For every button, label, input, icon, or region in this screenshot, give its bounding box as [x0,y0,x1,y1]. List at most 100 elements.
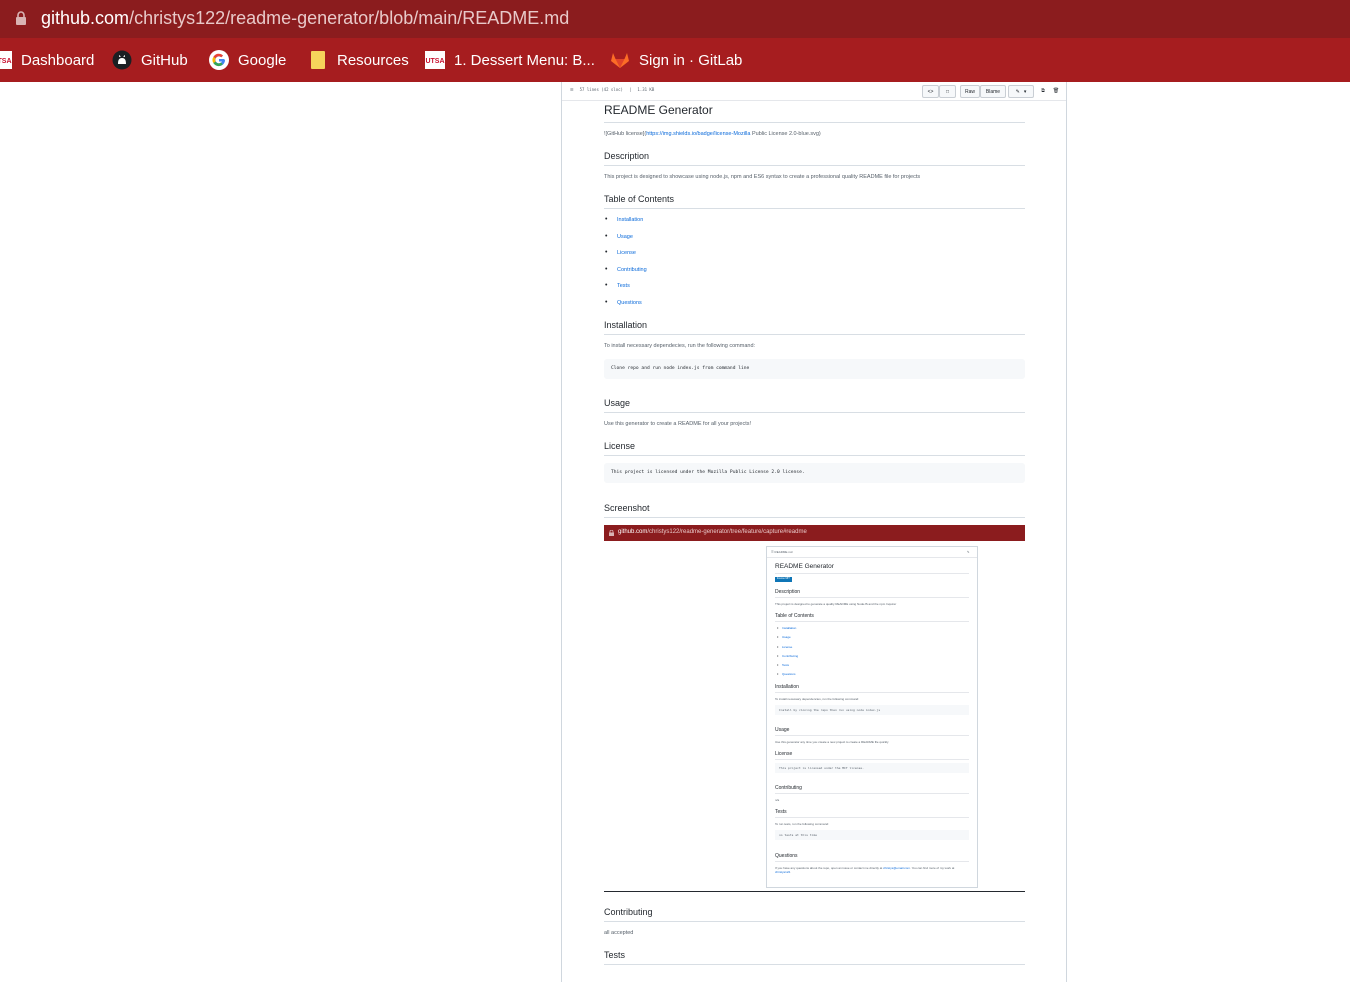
badge-link[interactable]: https://img.shields.io/badge/license-Moz… [646,131,750,137]
raw-button[interactable]: Raw [960,85,980,98]
toc-link-contributing[interactable]: Contributing [605,266,647,273]
contributing-text: all accepted [604,930,634,936]
bookmark-label: GitHub [141,51,188,69]
bookmark-label: 1. Dessert Menu: B... [454,51,595,69]
divider [775,817,969,818]
divider [604,964,1025,965]
copy-icon: ⧉ [1041,87,1045,94]
screenshot-usage-heading: Usage [775,727,790,733]
bookmark-resources[interactable]: Resources [308,48,409,72]
screenshot-description-heading: Description [775,589,801,595]
divider [604,165,1025,166]
code-text: Install by cloning the repo then run usi… [779,708,881,712]
tests-heading: Tests [604,950,626,960]
toc-link-installation[interactable]: Installation [605,216,643,223]
divider [604,921,1025,922]
delete-button[interactable]: 🗑 [1051,85,1061,96]
divider [775,793,969,794]
screenshot-address-bar: github.com/christys122/readme-generator/… [604,525,1025,541]
divider [604,208,1025,209]
license-code-block: This project is licensed under the Mozil… [604,463,1025,483]
installation-code-block: Clone repo and run node index.js from co… [604,359,1025,379]
bookmark-github[interactable]: GitHub [112,48,188,72]
edit-button[interactable]: ✎ ▾ [1008,85,1034,98]
screenshot-contributing-text: n/a [775,798,780,802]
gitlab-icon [610,50,630,70]
license-heading: License [604,441,636,451]
bookmark-label: Google [238,51,287,69]
screenshot-usage-text: Use this generator any time you create a… [775,740,889,744]
screenshot-installation-heading: Installation [775,684,799,690]
divider: | [628,87,632,92]
preview-button[interactable]: □ [939,85,956,98]
screenshot-license-heading: License [775,751,793,757]
divider [604,334,1025,335]
file-toolbar: ☰ 57 lines (42 sloc) | 1.31 KB <> □ Raw … [562,82,1066,101]
divider [604,455,1025,456]
screenshot-url: github.com/christys122/readme-generator/… [618,529,807,535]
badge-suffix: Public License 2.0-blue.svg) [750,131,821,137]
screenshot-tests-heading: Tests [775,809,787,815]
divider [775,692,969,693]
bookmark-label: Dashboard [21,51,95,69]
screenshot-heading: Screenshot [604,503,650,513]
lines-info: 57 lines (42 sloc) [579,87,623,92]
description-heading: Description [604,151,650,161]
list-icon: ☰ [570,87,574,92]
code-view-button[interactable]: <> [922,85,939,98]
bookmark-label: Sign in · GitLab [639,51,743,69]
toc-link-usage[interactable]: Usage [605,233,633,240]
screenshot-file-label: ☰ README.md [771,550,793,554]
questions-mid: . You can find more of my work at [909,866,955,870]
divider [775,861,969,862]
address-bar[interactable]: github.com/christys122/readme-generator/… [0,0,1350,38]
screenshot-toc-item: Tests [777,662,789,667]
screenshot-image: github.com/christys122/readme-generator/… [604,525,1025,888]
screenshot-tests-text: To run tests, run the following command: [775,822,829,826]
toc-link-tests[interactable]: Tests [605,282,630,289]
divider [604,412,1025,413]
description-text: This project is designed to showcase usi… [604,174,921,180]
screenshot-toc-item: Contributing [777,653,798,658]
screenshot-license-code: This project is licensed under the MIT l… [775,763,969,773]
bookmark-gitlab[interactable]: Sign in · GitLab [610,48,742,72]
bookmark-dashboard[interactable]: UTSA Dashboard [0,48,94,72]
horizontal-rule [604,891,1025,892]
utsa-logo-icon: UTSA [425,50,445,70]
code-text: Clone repo and run node index.js from co… [611,366,750,371]
pencil-icon: ✎ [967,550,970,554]
bookmarks-bar: UTSA Dashboard GitHub Google Resources U… [0,38,1350,82]
lock-icon [609,530,614,536]
screenshot-toc-item: Questions [777,671,795,676]
screenshot-toc-item: Installation [777,625,796,630]
lock-icon [16,11,26,25]
usage-text: Use this generator to create a README fo… [604,421,752,427]
code-text: This project is licensed under the MIT l… [779,766,864,770]
divider [604,517,1025,518]
file-label: README.md [774,550,793,554]
toc-link-license[interactable]: License [605,249,636,256]
trash-icon: 🗑 [1052,87,1060,94]
folder-icon [308,50,328,70]
divider [767,557,977,558]
url-host: github.com [41,8,130,28]
file-icon: □ [945,88,950,95]
url-text[interactable]: github.com/christys122/readme-generator/… [41,8,569,29]
divider [775,621,969,622]
license-badge-text: ![GitHub license](https://img.shields.io… [604,131,821,137]
bookmark-dessert-menu[interactable]: UTSA 1. Dessert Menu: B... [425,48,595,72]
divider [775,759,969,760]
copy-button[interactable]: ⧉ [1038,85,1048,96]
usage-heading: Usage [604,398,631,408]
toc-link-questions[interactable]: Questions [605,299,642,306]
screenshot-url-host: github.com [618,529,648,535]
screenshot-readme-panel: ☰ README.md ✎ README Generator license M… [766,546,978,888]
blame-button[interactable]: Blame [980,85,1006,98]
screenshot-toc-item: License [777,644,793,649]
screenshot-url-path: /christys122/readme-generator/tree/featu… [647,529,807,535]
screenshot-installation-code: Install by cloning the repo then run usi… [775,705,969,715]
contributing-heading: Contributing [604,907,653,917]
screenshot-questions-heading: Questions [775,853,798,859]
bookmark-google[interactable]: Google [209,48,286,72]
pencil-icon: ✎ [1015,88,1020,95]
